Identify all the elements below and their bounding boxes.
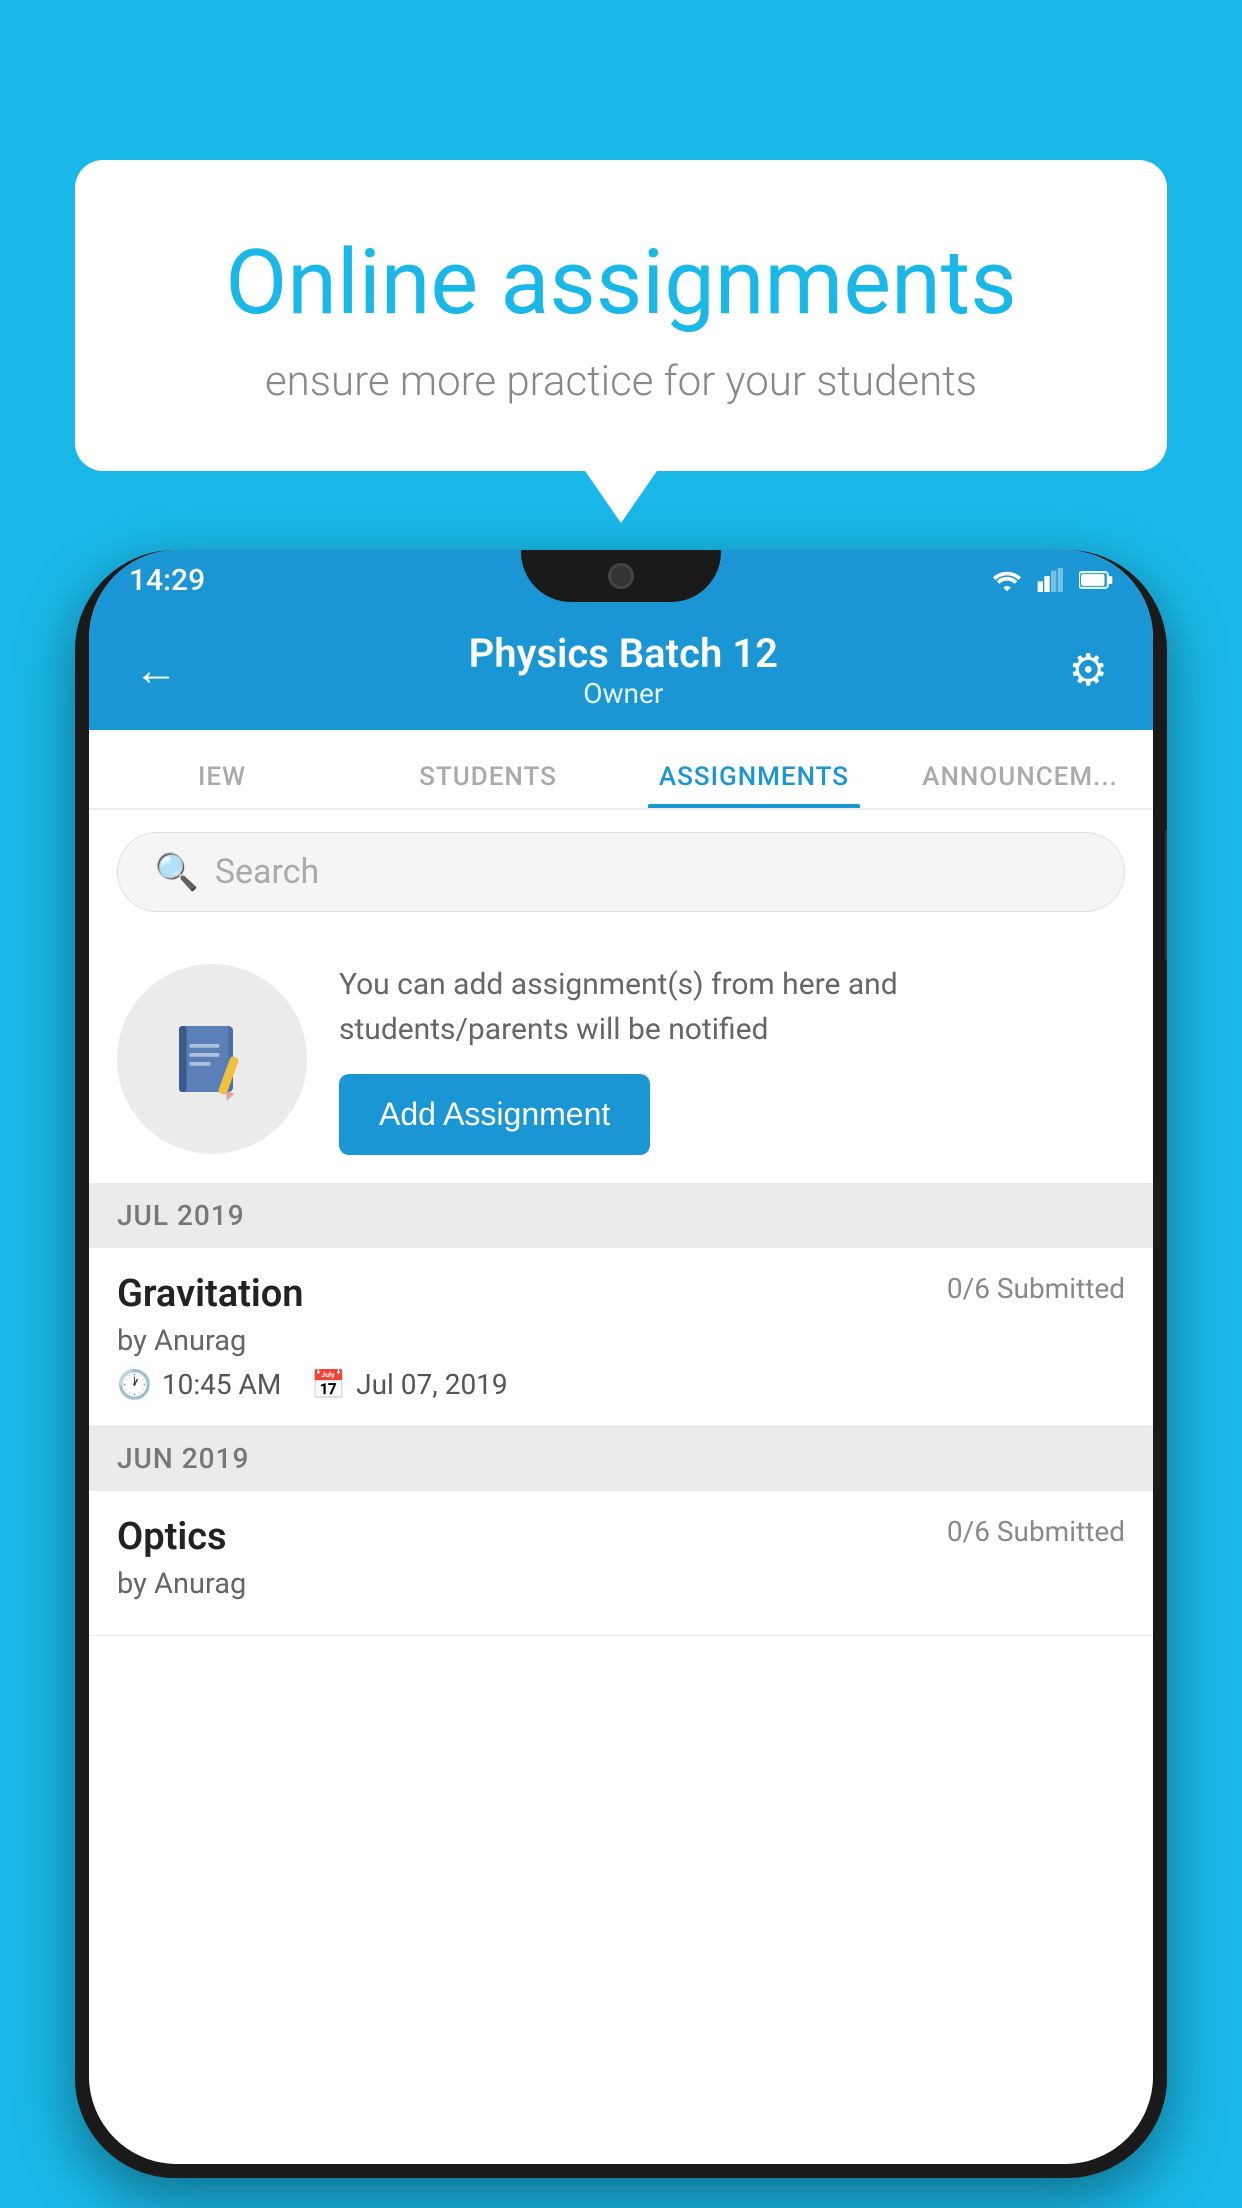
assignment-item-optics[interactable]: Optics 0/6 Submitted by Anurag <box>89 1491 1153 1636</box>
power-button <box>1165 830 1167 960</box>
assignment-author-gravitation: by Anurag <box>117 1324 1125 1358</box>
section-header-jun: JUN 2019 <box>89 1426 1153 1491</box>
assignment-meta-gravitation: 🕐 10:45 AM 📅 Jul 07, 2019 <box>117 1368 1125 1401</box>
settings-button[interactable]: ⚙ <box>1069 644 1108 696</box>
notebook-icon <box>167 1014 257 1104</box>
assignment-submitted-gravitation: 0/6 Submitted <box>947 1272 1125 1305</box>
search-placeholder: Search <box>215 852 319 892</box>
speech-bubble-subtitle: ensure more practice for your students <box>155 357 1087 406</box>
wifi-icon <box>991 568 1023 592</box>
assignment-author-optics: by Anurag <box>117 1567 1125 1601</box>
clock-icon: 🕐 <box>117 1368 152 1401</box>
app-bar-center: Physics Batch 12 Owner <box>469 630 778 710</box>
status-time: 14:29 <box>129 563 205 598</box>
phone-notch <box>521 550 721 602</box>
assignment-title-optics: Optics <box>117 1515 227 1559</box>
assignment-date: 📅 Jul 07, 2019 <box>311 1368 507 1401</box>
add-assignment-button[interactable]: Add Assignment <box>339 1074 650 1155</box>
assignment-submitted-optics: 0/6 Submitted <box>947 1515 1125 1548</box>
status-icons <box>991 568 1113 592</box>
assignment-item-gravitation[interactable]: Gravitation 0/6 Submitted by Anurag 🕐 10… <box>89 1248 1153 1426</box>
tab-bar: IEW STUDENTS ASSIGNMENTS ANNOUNCEM... <box>89 730 1153 810</box>
phone-screen: 14:29 <box>89 550 1153 2164</box>
info-description: You can add assignment(s) from here and … <box>339 962 1125 1052</box>
app-bar: ← Physics Batch 12 Owner ⚙ <box>89 610 1153 730</box>
tab-iew[interactable]: IEW <box>89 762 355 808</box>
tab-assignments[interactable]: ASSIGNMENTS <box>621 762 887 808</box>
info-text: You can add assignment(s) from here and … <box>339 962 1125 1155</box>
info-card: You can add assignment(s) from here and … <box>89 934 1153 1183</box>
assignment-title-gravitation: Gravitation <box>117 1272 304 1316</box>
assignment-top-row-optics: Optics 0/6 Submitted <box>117 1515 1125 1559</box>
battery-icon <box>1079 569 1113 591</box>
tab-announcements[interactable]: ANNOUNCEM... <box>887 762 1153 808</box>
speech-bubble-title: Online assignments <box>155 230 1087 335</box>
tab-students[interactable]: STUDENTS <box>355 762 621 808</box>
speech-bubble: Online assignments ensure more practice … <box>75 160 1167 471</box>
back-button[interactable]: ← <box>134 648 178 692</box>
content-area: 🔍 Search <box>89 810 1153 2164</box>
search-bar[interactable]: 🔍 Search <box>117 832 1125 912</box>
calendar-icon: 📅 <box>311 1368 346 1401</box>
assignment-time: 🕐 10:45 AM <box>117 1368 281 1401</box>
section-header-jul: JUL 2019 <box>89 1183 1153 1248</box>
search-icon: 🔍 <box>154 851 199 893</box>
phone-frame: 14:29 <box>75 550 1167 2178</box>
assignment-icon-circle <box>117 964 307 1154</box>
signal-icon <box>1037 568 1065 592</box>
front-camera <box>608 563 634 589</box>
app-bar-title: Physics Batch 12 <box>469 630 778 677</box>
search-bar-container: 🔍 Search <box>89 810 1153 934</box>
assignment-top-row: Gravitation 0/6 Submitted <box>117 1272 1125 1316</box>
app-bar-subtitle: Owner <box>469 677 778 710</box>
